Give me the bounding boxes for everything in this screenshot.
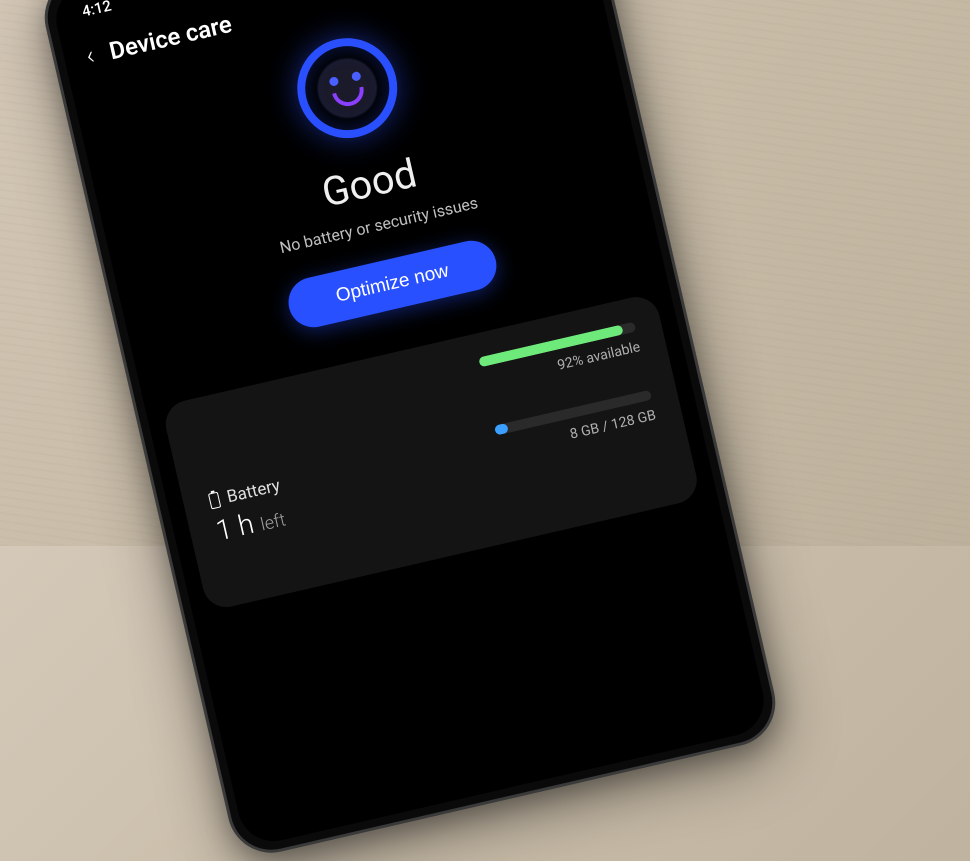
optimize-button[interactable]: Optimize now bbox=[284, 236, 501, 332]
status-time: 4:12 bbox=[80, 0, 113, 21]
smiley-face-icon bbox=[314, 55, 381, 122]
battery-time-suffix: left bbox=[259, 509, 288, 535]
battery-icon bbox=[208, 492, 221, 510]
status-title: Good bbox=[317, 150, 421, 217]
back-icon[interactable]: ‹ bbox=[83, 41, 97, 72]
battery-time-value: 1 h bbox=[213, 507, 257, 548]
page-title: Device care bbox=[107, 10, 235, 65]
status-ring-icon bbox=[287, 28, 407, 148]
